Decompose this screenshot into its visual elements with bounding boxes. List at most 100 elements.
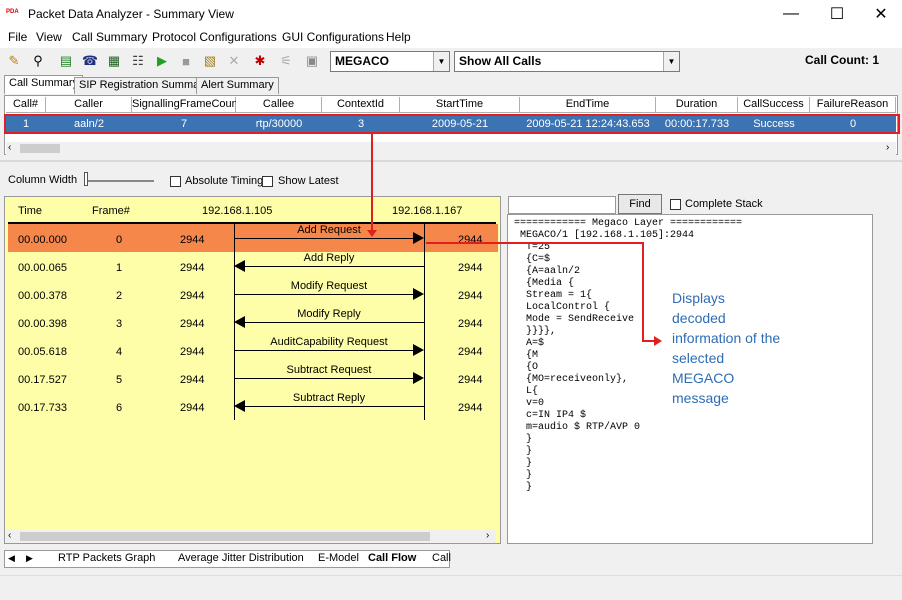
decode-line: A=$ [514,338,545,349]
flow-message-label[interactable]: Add Reply [234,252,424,264]
scroll-right-icon[interactable]: › [886,142,889,153]
decode-line: m=audio $ RTP/AVP 0 [514,422,641,433]
report-icon[interactable]: ▧ [200,51,220,71]
flow-time: 00.17.527 [18,374,67,386]
connector-line [642,242,644,342]
tab-call-summary[interactable]: Call Summary [4,75,84,94]
menu-view[interactable]: View [36,30,62,44]
decode-line: } [514,470,533,481]
filter-icon[interactable]: ☷ [128,51,148,71]
scroll-thumb[interactable] [20,144,60,153]
flow-port-a: 2944 [180,318,205,330]
show-latest-label: Show Latest [278,175,339,187]
search-icon[interactable]: ⚲ [28,51,48,71]
decode-line: v=0 [514,398,545,409]
column-header[interactable]: Duration [656,97,738,113]
tab-sip-registration-summary[interactable]: SIP Registration Summary [74,77,214,94]
column-header[interactable]: Callee [236,97,322,113]
decode-line: {A=aaln/2 [514,266,581,277]
chevron-down-icon[interactable]: ▼ [663,52,679,71]
stop-icon[interactable]: ■ [176,51,196,71]
flow-message-label[interactable]: Modify Reply [234,308,424,320]
scroll-left-icon[interactable]: ‹ [8,142,11,153]
decode-line: Stream = 1{ [514,290,593,301]
flow-time: 00.00.065 [18,262,67,274]
flow-header-frame: Frame# [92,205,130,217]
tab-call-flow[interactable]: Call Flow [368,552,416,564]
tab-scroll-right-icon[interactable]: ▶ [26,553,33,564]
flow-header-time: Time [18,205,43,217]
tools-icon[interactable]: ✕ [224,51,244,71]
config-icon[interactable]: ✎ [4,51,24,71]
flow-arrow-line [234,238,413,239]
settings-icon[interactable]: ▣ [302,51,322,71]
kpi-icon[interactable]: ▦ [104,51,124,71]
column-header[interactable]: ContextId [322,97,400,113]
splitter[interactable] [0,160,902,162]
tab-alert-summary[interactable]: Alert Summary [196,77,279,94]
menu-call-summary[interactable]: Call Summary [72,30,147,44]
tab-e-model[interactable]: E-Model [318,552,359,564]
call-count: Call Count: 1 [805,53,879,67]
scroll-left-icon[interactable]: ‹ [8,530,11,541]
menu-file[interactable]: File [8,30,27,44]
flow-arrow-line [234,350,413,351]
protocol-select[interactable]: MEGACO ▼ [330,51,450,72]
chevron-down-icon[interactable]: ▼ [433,52,449,71]
column-width-label: Column Width [8,174,78,186]
find-input[interactable] [508,196,616,214]
call-filter-select-value: Show All Calls [459,54,542,68]
minimize-button[interactable]: — [768,0,814,28]
scroll-thumb[interactable] [20,532,430,541]
arrow-left-icon [234,260,245,272]
absolute-timing-checkbox[interactable] [170,176,181,187]
maximize-button[interactable]: ☐ [814,0,860,28]
flow-message-label[interactable]: Subtract Request [234,364,424,376]
column-width-slider[interactable] [84,180,154,182]
tab-average-jitter-distribution[interactable]: Average Jitter Distribution [178,552,304,564]
tab-scroll-left-icon[interactable]: ◀ [8,553,15,564]
set-icon[interactable]: ✱ [250,51,270,71]
window-title: Packet Data Analyzer - Summary View [28,7,234,21]
column-header[interactable]: FailureReason [810,97,896,113]
menu-protocol-configurations[interactable]: Protocol Configurations [152,30,277,44]
flow-arrow-line [234,294,413,295]
flow-port-a: 2944 [180,402,205,414]
column-header[interactable]: Call# [6,97,46,113]
column-header[interactable]: EndTime [520,97,656,113]
flow-port-a: 2944 [180,346,205,358]
arrow-right-icon [413,344,424,356]
slider-thumb[interactable] [84,172,88,186]
flow-message-label[interactable]: AuditCapability Request [234,336,424,348]
flow-message-label[interactable]: Modify Request [234,280,424,292]
flow-horizontal-scrollbar[interactable]: ‹ › [6,530,496,543]
flow-frame: 6 [116,402,123,414]
menu-gui-configurations[interactable]: GUI Configurations [282,30,384,44]
decode-line: MEGACO/1 [192.168.1.105]:2944 [514,230,695,241]
find-button[interactable]: Find [618,194,662,214]
show-latest-checkbox[interactable] [262,176,273,187]
decode-line: } [514,458,533,469]
status-bar [0,575,902,600]
column-header[interactable]: StartTime [400,97,520,113]
column-header[interactable]: CallSuccess [738,97,810,113]
horizontal-scrollbar[interactable]: ‹ › [6,142,896,155]
clear-filter-icon[interactable]: ⚟ [276,51,296,71]
flow-port-a: 2944 [180,234,205,246]
call-filter-select[interactable]: Show All Calls ▼ [454,51,680,72]
complete-stack-checkbox[interactable] [670,199,681,210]
flow-time: 00.00.000 [18,234,67,246]
menu-help[interactable]: Help [386,30,411,44]
call-icon[interactable]: ☎ [80,51,100,71]
column-header[interactable]: SignallingFrameCount [132,97,241,113]
play-icon[interactable]: ▶ [152,51,172,71]
close-button[interactable]: ✕ [858,0,902,28]
selection-highlight-box [4,114,900,134]
scroll-right-icon[interactable]: › [486,530,489,541]
tab-call[interactable]: Call [432,552,451,564]
flow-message-label[interactable]: Subtract Reply [234,392,424,404]
tab-rtp-packets-graph[interactable]: RTP Packets Graph [58,552,155,564]
export-icon[interactable]: ▤ [56,51,76,71]
flow-message-label[interactable]: Add Request [234,224,424,236]
column-header[interactable]: Caller [46,97,132,113]
